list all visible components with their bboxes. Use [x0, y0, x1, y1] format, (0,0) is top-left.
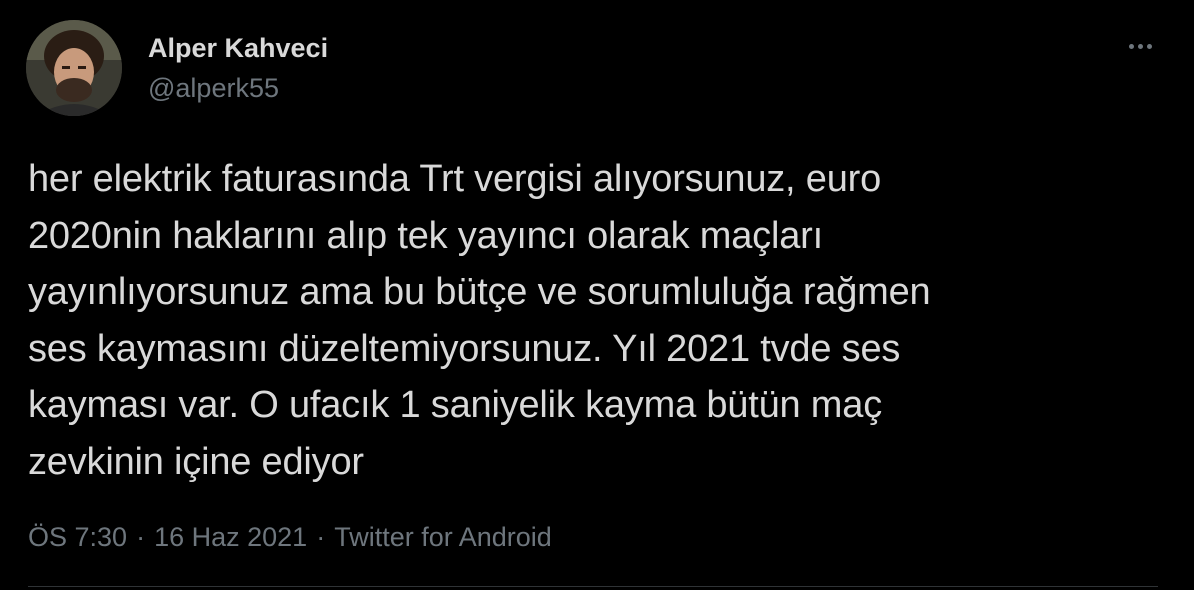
tweet-text-line: yayınlıyorsunuz ama bu bütçe ve sorumlul…: [28, 271, 931, 313]
tweet-card: Alper Kahveci @alperk55 her elektrik fat…: [0, 0, 1194, 590]
author-handle[interactable]: @alperk55: [148, 72, 279, 104]
tweet-text-line: 2020nin haklarını alıp tek yayıncı olara…: [28, 214, 823, 257]
more-horizontal-icon-dot: [1146, 43, 1152, 49]
tweet-text-line: her elektrik faturasında Trt vergisi alı…: [28, 158, 882, 200]
avatar[interactable]: [26, 20, 122, 116]
more-options-button[interactable]: [1118, 30, 1162, 62]
tweet-date[interactable]: 16 Haz 2021: [154, 522, 307, 552]
tweet-meta: ÖS 7:30 · 16 Haz 2021 · Twitter for Android: [28, 520, 552, 554]
meta-separator: ·: [136, 522, 146, 552]
tweet-text: her elektrik faturasında Trt vergisi alı…: [28, 151, 1158, 490]
tweet-text-line: zevkinin içine ediyor: [28, 440, 364, 483]
more-horizontal-icon-dot: [1137, 43, 1143, 49]
divider: [28, 586, 1158, 587]
avatar-photo: [26, 20, 122, 116]
tweet-text-line: kayması var. O ufacık 1 saniyelik kayma …: [28, 384, 882, 426]
author-display-name[interactable]: Alper Kahveci: [148, 32, 328, 64]
more-horizontal-icon: [1128, 43, 1134, 49]
tweet-text-line: ses kaymasını düzeltemiyorsunuz. Yıl 202…: [28, 327, 901, 370]
tweet-time[interactable]: ÖS 7:30: [28, 522, 127, 552]
tweet-source[interactable]: Twitter for Android: [334, 522, 552, 552]
meta-separator: ·: [316, 522, 326, 552]
